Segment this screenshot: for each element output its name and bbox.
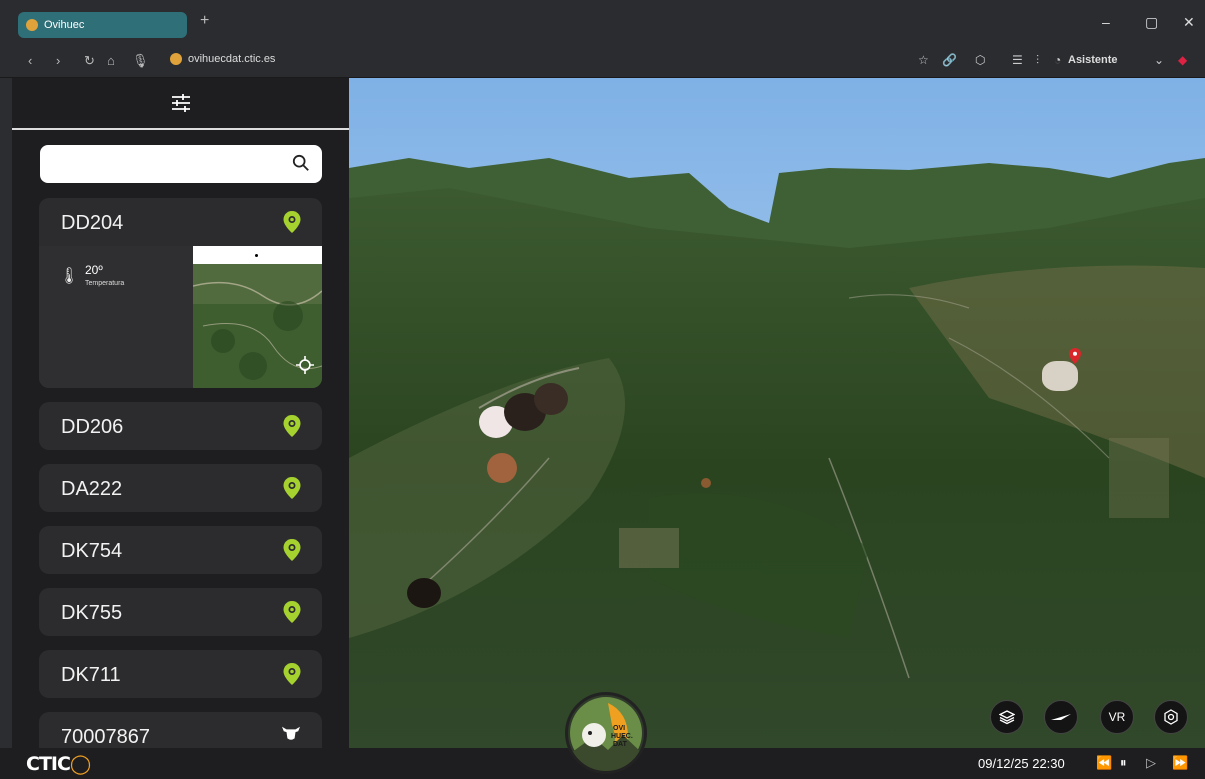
animal-id: DK755 (61, 602, 123, 624)
title-bar: Ovihuec + – ▢ ✕ (0, 0, 1205, 44)
crosshair-icon[interactable] (296, 356, 314, 374)
animal-id: DA222 (61, 478, 123, 500)
tab-title: Ovihuec (44, 19, 85, 31)
browser-window: Ovihuec + – ▢ ✕ ‹ › ↻ ⌂ 🎙 ovihuecdat.cti… (0, 0, 1205, 779)
vr-button[interactable]: VR (1100, 700, 1134, 734)
animal-id: DD206 (61, 416, 124, 438)
url-text: ovihuecdat.ctic.es (188, 53, 276, 65)
vr-label: VR (1108, 710, 1126, 724)
animal-card-70007867[interactable]: 70007867 (39, 712, 322, 748)
terrain-view (349, 78, 1205, 748)
cow-marker[interactable] (534, 383, 568, 415)
animal-card-dk755[interactable]: DK755 (39, 588, 322, 636)
location-pin-icon[interactable] (282, 414, 302, 438)
search-icon[interactable] (292, 154, 310, 172)
terrain-map-3d[interactable] (349, 78, 1205, 748)
browser-logo-icon[interactable]: ◆ (1178, 53, 1187, 67)
extension-icon[interactable]: ⬡ (975, 53, 985, 67)
animal-id: DD204 (61, 212, 124, 234)
animal-card-dd206[interactable]: DD206 (39, 402, 322, 450)
goat-marker[interactable] (1042, 361, 1078, 391)
emblem-graphic: OVI HUEC. DAT (568, 697, 644, 771)
timeline-datetime: 09/12/25 22:30 (978, 756, 1065, 771)
link-icon[interactable]: 🔗 (942, 53, 957, 67)
forward-icon[interactable]: › (56, 53, 60, 68)
animal-card-da222[interactable]: DA222 (39, 464, 322, 512)
animal-id: DK711 (61, 664, 121, 686)
animal-card-dd204[interactable]: DD204 🌡 20º Temperatura (39, 198, 322, 388)
rewind-icon[interactable]: ⏪ (1096, 755, 1112, 771)
url-field[interactable]: ovihuecdat.ctic.es (170, 53, 275, 65)
filter-sliders-icon[interactable] (170, 92, 192, 114)
mini-map[interactable] (193, 246, 322, 388)
bookmark-star-icon[interactable]: ☆ (918, 53, 929, 67)
location-pin-icon[interactable] (282, 538, 302, 562)
logo-text: CTIC (26, 753, 71, 775)
settings-button[interactable] (1154, 700, 1188, 734)
reader-icon[interactable]: ☰ (1012, 53, 1023, 67)
browser-tab[interactable]: Ovihuec (18, 12, 187, 38)
animal-id: 70007867 (61, 726, 150, 748)
temperature-label: Temperatura (85, 280, 125, 287)
small-animal-marker[interactable] (701, 478, 711, 488)
temperature-value: 20º (85, 263, 103, 277)
animal-sidebar: DD204 🌡 20º Temperatura DD206 DA222 DK75… (12, 78, 349, 748)
assistant-button[interactable]: Asistente (1068, 54, 1118, 66)
filter-row (12, 78, 349, 130)
animal-card-dk711[interactable]: DK711 (39, 650, 322, 698)
red-location-pin-icon[interactable] (1069, 348, 1081, 364)
ctic-logo: CTIC◯ (26, 753, 91, 775)
address-bar: ‹ › ↻ ⌂ 🎙 ovihuecdat.ctic.es ☆ 🔗 ⬡ ☰ ⫶ ◔… (0, 44, 1205, 78)
assistant-icon[interactable]: ◔ (1054, 53, 1061, 67)
emblem-text-3: DAT (613, 741, 628, 748)
new-tab-button[interactable]: + (200, 12, 209, 30)
search-input[interactable] (40, 145, 322, 183)
audio-icon[interactable]: ⫶ (1036, 53, 1039, 68)
animal-card-dk754[interactable]: DK754 (39, 526, 322, 574)
search-field[interactable] (52, 145, 282, 183)
animal-details: 🌡 20º Temperatura (39, 246, 322, 388)
play-icon[interactable]: ▷ (1146, 755, 1156, 771)
home-icon[interactable]: ⌂ (107, 53, 115, 68)
emblem-text-2: HUEC. (611, 733, 633, 740)
emblem-text-1: OVI (613, 725, 625, 732)
compass-button[interactable] (1044, 700, 1078, 734)
back-icon[interactable]: ‹ (28, 53, 32, 68)
reload-icon[interactable]: ↻ (84, 53, 95, 69)
favicon-icon (26, 19, 38, 31)
microphone-icon[interactable]: 🎙 (132, 53, 149, 69)
location-pin-icon[interactable] (282, 600, 302, 624)
compass-icon (1051, 714, 1071, 720)
logo-swoosh-icon: ◯ (69, 753, 91, 775)
close-icon[interactable]: ✕ (1183, 14, 1195, 31)
location-pin-icon[interactable] (282, 662, 302, 686)
animal-id: DK754 (61, 540, 123, 562)
pause-icon[interactable]: ⏸ (1120, 755, 1127, 771)
chevron-down-icon[interactable]: ⌄ (1154, 53, 1164, 67)
layers-icon (999, 710, 1015, 725)
location-pin-icon[interactable] (282, 210, 302, 234)
fast-forward-icon[interactable]: ⏩ (1172, 755, 1188, 771)
settings-hex-icon (1164, 709, 1178, 725)
layers-button[interactable] (990, 700, 1024, 734)
site-favicon-icon (170, 53, 182, 65)
thermometer-icon: 🌡 (59, 268, 80, 285)
minimize-icon[interactable]: – (1102, 14, 1110, 30)
minimap-marker (255, 254, 258, 257)
cow-marker-brown[interactable] (487, 453, 517, 483)
ovihuecdat-emblem[interactable]: OVI HUEC. DAT (565, 692, 647, 774)
cow-marker-black[interactable] (407, 578, 441, 608)
location-pin-icon[interactable] (282, 476, 302, 500)
maximize-icon[interactable]: ▢ (1145, 14, 1158, 31)
cow-head-icon[interactable] (280, 724, 302, 742)
